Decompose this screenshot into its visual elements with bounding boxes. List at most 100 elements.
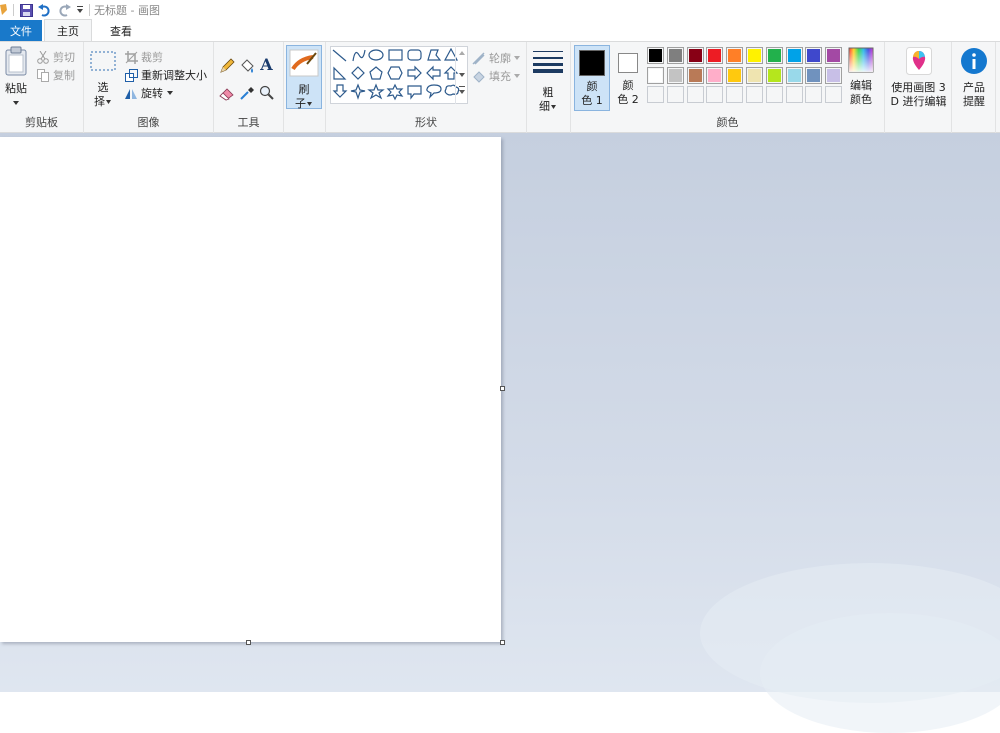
palette-swatch[interactable] [647,47,664,64]
rect-callout-shape-icon[interactable] [407,85,422,100]
paste-dropdown-icon[interactable] [13,96,19,110]
outline-dropdown-icon[interactable] [513,55,521,61]
polygon-shape-icon[interactable] [427,49,442,61]
custom-color-slot[interactable] [706,86,724,103]
palette-swatch[interactable] [805,47,823,64]
redo-icon[interactable] [57,3,71,17]
scroll-down-icon[interactable] [459,73,465,77]
right-arrow-shape-icon[interactable] [407,65,422,81]
palette-swatch[interactable] [686,66,704,84]
down-arrow-shape-icon[interactable] [332,84,348,98]
four-point-star-shape-icon[interactable] [350,83,366,100]
palette-swatch[interactable] [706,66,724,84]
rounded-rectangle-shape-icon[interactable] [407,49,422,61]
select-label-1: 选 [97,81,109,94]
brushes-button[interactable]: 刷 子 [286,45,322,110]
outline-button[interactable]: 轮廓 [472,50,521,66]
cut-button[interactable]: 剪切 [36,49,75,65]
fill-button[interactable]: 填充 [472,68,521,84]
tab-file[interactable]: 文件 [0,20,42,41]
brushes-dropdown-icon[interactable] [306,101,313,107]
palette-swatch[interactable] [647,66,664,84]
palette-swatch[interactable] [785,47,803,64]
custom-color-slot[interactable] [785,86,803,103]
eraser-icon[interactable] [218,84,235,101]
text-tool-icon[interactable]: A [258,55,275,74]
rotate-dropdown-icon[interactable] [166,90,174,96]
color1-button[interactable]: 颜 色 1 [574,45,610,111]
palette-swatch[interactable] [805,66,823,84]
palette-swatch[interactable] [726,47,744,64]
palette-swatch[interactable] [765,47,783,64]
diamond-shape-icon[interactable] [351,66,365,80]
copy-button[interactable]: 复制 [36,67,75,83]
oval-shape-icon[interactable] [368,49,384,61]
customize-qat-icon[interactable] [76,3,84,17]
canvas-resize-handle-corner[interactable] [500,640,505,645]
paint3d-button[interactable]: 使用画图 3 D 进行编辑 [887,47,950,109]
palette-swatch[interactable] [666,47,684,64]
custom-color-slot[interactable] [726,86,744,103]
save-icon[interactable] [19,3,33,17]
line-shape-icon[interactable] [332,49,347,62]
color2-button[interactable]: 颜 色 2 [612,45,644,111]
custom-color-slot[interactable] [765,86,783,103]
oval-callout-shape-icon[interactable] [426,84,442,99]
paste-button[interactable]: 粘贴 [2,46,30,110]
product-alert-button[interactable]: 产品 提醒 [955,47,993,109]
size-dropdown-icon[interactable] [550,104,557,110]
edit-colors-button[interactable]: 编辑 颜色 [845,47,877,107]
image-group-label: 图像 [137,116,160,129]
tab-home[interactable]: 主页 [44,19,92,41]
five-point-star-shape-icon[interactable] [367,83,385,100]
rectangle-shape-icon[interactable] [388,49,403,61]
resize-button[interactable]: 重新调整大小 [124,67,207,83]
palette-swatch[interactable] [825,47,843,64]
rotate-button[interactable]: 旋转 [124,85,174,101]
canvas-resize-handle-bottom[interactable] [246,640,251,645]
canvas-resize-handle-right[interactable] [500,386,505,391]
undo-icon[interactable] [38,3,52,17]
size-button[interactable]: 粗 细 [531,50,565,114]
image-group: 选 择 裁剪 重新调整大小 旋转 图像 [84,42,214,133]
select-dropdown-icon[interactable] [105,99,112,105]
palette-swatch[interactable] [726,66,744,84]
paint-app-icon[interactable] [0,3,8,17]
fill-bucket-icon[interactable] [238,57,255,74]
gallery-expand-icon[interactable] [459,86,465,94]
palette-swatch[interactable] [746,47,763,64]
custom-color-slot[interactable] [647,86,664,103]
fill-dropdown-icon[interactable] [513,73,521,79]
scroll-up-icon[interactable] [459,51,465,55]
pencil-icon[interactable] [218,57,235,74]
hexagon-shape-icon[interactable] [387,66,403,80]
custom-color-slot[interactable] [686,86,704,103]
crop-button[interactable]: 裁剪 [124,49,163,65]
shapes-group-label: 形状 [415,116,437,129]
palette-swatch[interactable] [666,66,684,84]
paint3d-label-1: 使用画图 3 [891,81,946,94]
pentagon-shape-icon[interactable] [369,66,383,80]
palette-swatch[interactable] [825,66,843,84]
left-arrow-shape-icon[interactable] [426,65,441,81]
custom-color-slot[interactable] [805,86,823,103]
window-title: 无标题 - 画图 [94,4,160,17]
palette-swatch-fill [787,68,801,82]
custom-color-slot[interactable] [666,86,684,103]
quick-access-toolbar [0,3,90,17]
custom-color-slot[interactable] [746,86,763,103]
color-picker-icon[interactable] [238,84,255,101]
drawing-canvas[interactable] [0,137,501,642]
palette-swatch[interactable] [765,66,783,84]
tab-view[interactable]: 查看 [98,20,144,41]
palette-swatch[interactable] [746,66,763,84]
palette-swatch[interactable] [785,66,803,84]
palette-swatch[interactable] [686,47,704,64]
select-button[interactable]: 选 择 [88,50,118,109]
curve-shape-icon[interactable] [352,49,366,62]
palette-swatch[interactable] [706,47,724,64]
right-triangle-shape-icon[interactable] [333,66,347,80]
six-point-star-shape-icon[interactable] [386,83,404,101]
custom-color-slot[interactable] [825,86,843,103]
magnifier-icon[interactable] [258,84,275,101]
